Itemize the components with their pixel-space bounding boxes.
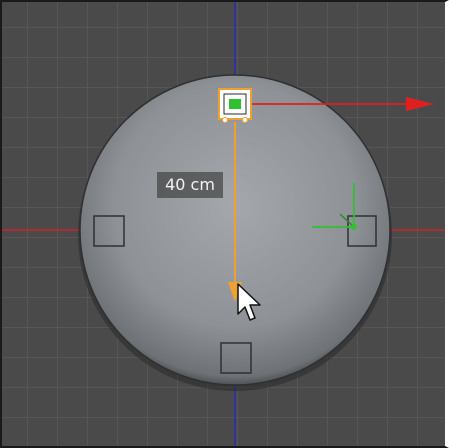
- 3d-viewport[interactable]: 40 cm: [0, 0, 449, 448]
- top-handle[interactable]: [218, 88, 252, 123]
- viewport-scene[interactable]: [2, 2, 445, 446]
- measurement-label: 40 cm: [157, 172, 223, 198]
